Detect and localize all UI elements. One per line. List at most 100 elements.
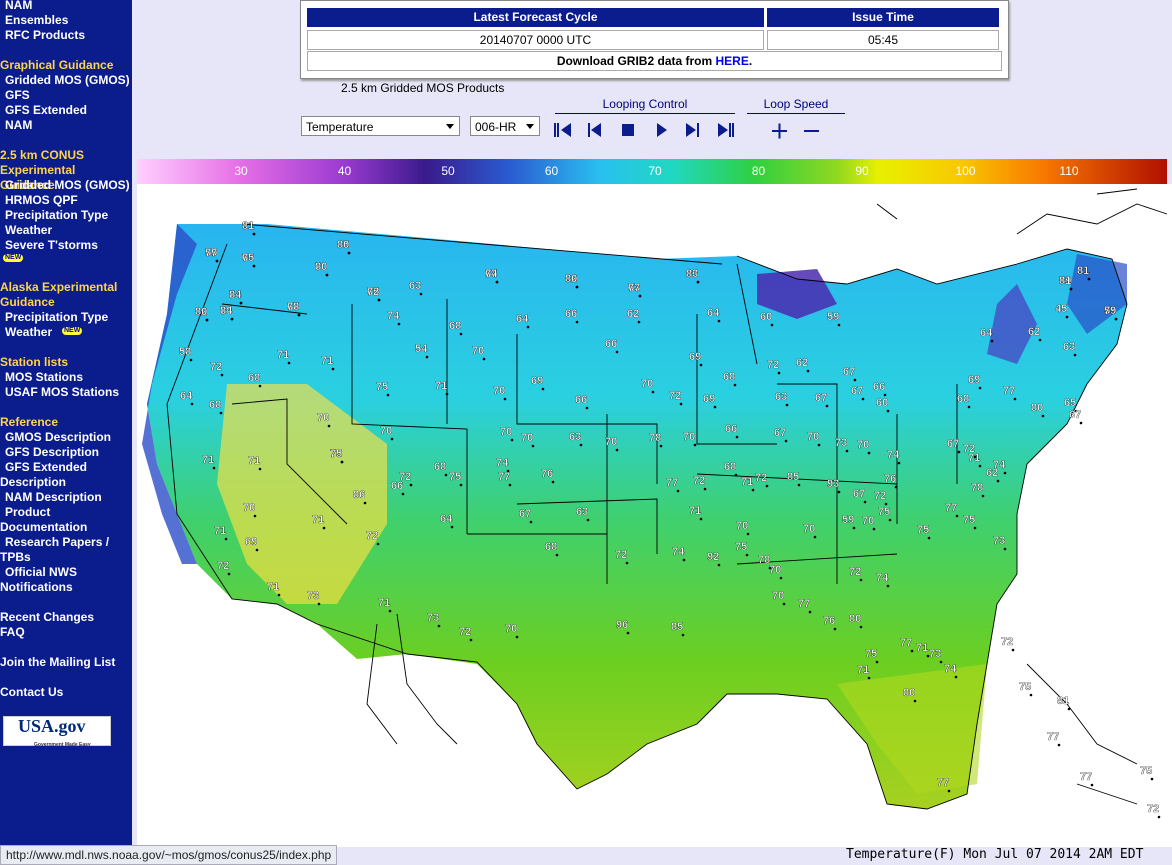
station-value: 72 — [693, 475, 705, 487]
sidebar-item-alaska-weather[interactable]: Weather — [5, 325, 52, 340]
station-dot — [219, 411, 223, 415]
station-dot — [1150, 777, 1154, 781]
station-dot — [551, 480, 555, 484]
station-dot — [529, 520, 533, 524]
station-value: 62 — [627, 308, 639, 320]
station-dot — [765, 484, 769, 488]
station-value: 69 — [245, 536, 257, 548]
loop-speed-underline — [747, 113, 845, 114]
station-value: 70 — [803, 523, 815, 535]
sidebar-item-ensembles[interactable]: Ensembles — [5, 13, 68, 28]
download-prefix: Download GRIB2 data from — [556, 54, 716, 68]
forecast-hour-value: 006-HR — [475, 120, 517, 134]
station-value: 45 — [1055, 303, 1067, 315]
station-dot — [1073, 353, 1077, 357]
station-dot — [258, 384, 262, 388]
sidebar-item-mos-stations[interactable]: MOS Stations — [5, 370, 83, 385]
stop-icon[interactable] — [620, 121, 636, 141]
station-dot — [615, 448, 619, 452]
sidebar-item-rfc-products[interactable]: RFC Products — [5, 28, 85, 43]
station-dot — [445, 392, 449, 396]
station-dot — [784, 439, 788, 443]
sidebar-item-mailing-list[interactable]: Join the Mailing List — [0, 655, 115, 670]
station-dot — [363, 501, 367, 505]
sidebar-item-gfs-description[interactable]: GFS Description — [5, 445, 99, 460]
station-value: 68 — [434, 461, 446, 473]
forecast-hour-select[interactable]: 006-HR — [470, 116, 540, 136]
station-dot — [1011, 648, 1015, 652]
sidebar-item-severe-tstorms[interactable]: Severe T'storms — [5, 238, 98, 253]
station-value: 64 — [440, 513, 453, 525]
sidebar-item-faq[interactable]: FAQ — [0, 625, 25, 640]
station-value: 74 — [876, 572, 889, 584]
sidebar-item-gfs-extended[interactable]: GFS Extended — [5, 103, 87, 118]
station-value: 77 — [798, 598, 810, 610]
station-value: 92 — [707, 551, 719, 563]
sidebar-item-recent-changes[interactable]: Recent Changes — [0, 610, 94, 625]
station-value: 69 — [968, 374, 980, 386]
slow-down-icon[interactable] — [803, 122, 821, 142]
station-dot — [1114, 317, 1118, 321]
sidebar-item-contact-us[interactable]: Contact Us — [0, 685, 63, 700]
station-dot — [205, 318, 209, 322]
sidebar-item-weather[interactable]: Weather — [5, 223, 52, 238]
station-dot — [425, 355, 429, 359]
usagov-logo[interactable]: USA.gov Government Made Easy — [3, 716, 111, 748]
station-value: 80 — [903, 687, 915, 699]
station-dot — [872, 527, 876, 531]
previous-frame-icon[interactable] — [587, 121, 603, 141]
sidebar-item-nam-description[interactable]: NAM Description — [5, 490, 102, 505]
station-value: 68 — [449, 320, 461, 332]
sidebar-item-alaska-precip-type[interactable]: Precipitation Type — [5, 310, 108, 325]
station-dot — [954, 675, 958, 679]
graphical-guidance-heading: Graphical Guidance — [0, 58, 114, 72]
sidebar-item-nam[interactable]: NAM — [5, 0, 32, 13]
sidebar-item-gmos-description[interactable]: GMOS Description — [5, 430, 111, 445]
next-frame-icon[interactable] — [684, 121, 700, 141]
sidebar-item-usaf-mos-stations[interactable]: USAF MOS Stations — [5, 385, 119, 400]
sidebar-item-nam-graphical[interactable]: NAM — [5, 118, 32, 133]
element-select[interactable]: Temperature — [301, 116, 460, 136]
station-value: 71 — [214, 525, 226, 537]
station-value: 71 — [267, 581, 279, 593]
station-dot — [615, 350, 619, 354]
station-dot — [255, 548, 259, 552]
station-value: 75 — [1019, 681, 1031, 693]
sidebar-item-gfs-extended-description[interactable]: GFS Extended Description — [0, 460, 120, 490]
download-here-link[interactable]: HERE — [716, 54, 749, 68]
sidebar-item-precip-type[interactable]: Precipitation Type — [5, 208, 108, 223]
last-frame-icon[interactable] — [716, 121, 736, 141]
speed-up-icon[interactable] — [771, 122, 789, 142]
usagov-logo-text: USA.gov — [18, 716, 86, 736]
station-dot — [377, 298, 381, 302]
station-value: 72 — [217, 560, 229, 572]
station-value: 66 — [565, 308, 577, 320]
station-dot — [837, 490, 841, 494]
station-dot — [252, 264, 256, 268]
sidebar-item-conus-gmos[interactable]: Gridded MOS (GMOS) — [5, 178, 130, 193]
station-dot — [450, 525, 454, 529]
sidebar-item-research-papers[interactable]: Research Papers / TPBs — [0, 535, 125, 565]
station-dot — [833, 627, 837, 631]
station-dot — [797, 483, 801, 487]
station-value: 75 — [963, 514, 975, 526]
station-value: 60 — [876, 397, 888, 409]
station-value: 71 — [202, 454, 214, 466]
station-dot — [586, 518, 590, 522]
sidebar-item-gmos[interactable]: Gridded MOS (GMOS) — [5, 73, 130, 88]
sidebar-item-gfs[interactable]: GFS — [5, 88, 30, 103]
station-dot — [626, 631, 630, 635]
station-dot — [859, 578, 863, 582]
station-value: 75 — [330, 448, 342, 460]
play-icon[interactable] — [654, 121, 670, 141]
station-dot — [258, 467, 262, 471]
station-value: 67 — [774, 427, 786, 439]
station-value: 81 — [1077, 265, 1089, 277]
first-frame-icon[interactable] — [553, 121, 573, 141]
sidebar-item-hrmos-qpf[interactable]: HRMOS QPF — [5, 193, 78, 208]
sidebar-item-nws-notifications[interactable]: Official NWS Notifications — [0, 565, 90, 595]
station-value: 74 — [887, 449, 900, 461]
station-dot — [390, 437, 394, 441]
station-value: 77 — [1080, 771, 1092, 783]
sidebar-item-product-documentation[interactable]: Product Documentation — [0, 505, 100, 535]
